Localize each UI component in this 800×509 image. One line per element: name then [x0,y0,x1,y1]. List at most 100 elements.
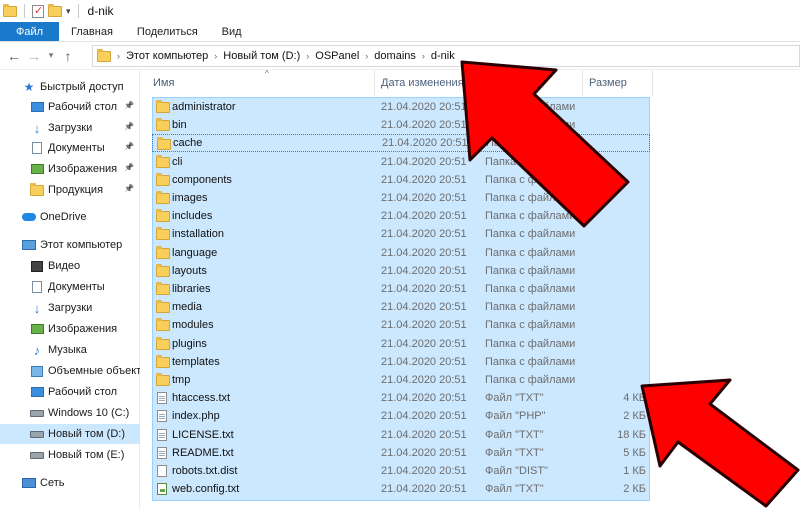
column-header-size[interactable]: Размер [583,70,653,96]
file-name: cache [173,137,203,150]
folder-icon [156,100,170,113]
new-folder-icon[interactable] [48,3,62,17]
nav-item[interactable]: ♪ Музыка [0,340,140,360]
file-name: bin [172,119,187,132]
chevron-right-icon[interactable]: › [214,51,217,61]
nav-item[interactable]: Windows 10 (C:) [0,403,140,423]
file-row[interactable]: components 21.04.2020 20:51 Папка с файлам… [152,171,650,189]
file-type: Папка с файлами [485,319,576,332]
desktop-icon [30,386,44,398]
address-bar[interactable]: › Этот компьютер › Новый том (D:) › OSPa… [92,45,800,67]
forward-arrow-icon[interactable]: → [24,45,44,67]
file-type: Файл "TXT" [485,483,544,496]
file-row[interactable]: modules 21.04.2020 20:51 Папка с файлами [152,316,650,334]
breadcrumb-domains[interactable]: domains [374,50,416,62]
file-row[interactable]: index.php 21.04.2020 20:51 Файл "PHP" 2 КБ [152,407,650,425]
file-row[interactable]: README.txt 21.04.2020 20:51 Файл "TXT" 5 КБ [152,444,650,462]
nav-item-label: Новый том (E:) [48,449,125,461]
file-date: 21.04.2020 20:51 [381,264,467,277]
chevron-right-icon[interactable]: › [365,51,368,61]
nav-item[interactable]: Этот компьютер [0,235,140,255]
file-type: Папка с файлами [486,137,577,150]
file-row[interactable]: web.config.txt 21.04.2020 20:51 Файл "TXT"… [152,480,650,498]
column-header-date[interactable]: Дата изменения [375,70,479,96]
folder-icon [156,282,170,295]
nav-item[interactable]: Видео [0,256,140,276]
properties-icon[interactable] [32,4,44,18]
back-arrow-icon[interactable]: ← [4,45,24,67]
file-date: 21.04.2020 20:51 [381,428,467,441]
pin-icon[interactable]: 📌 [124,101,134,110]
nav-item[interactable]: Рабочий стол [0,382,140,402]
pin-icon[interactable]: 📌 [124,184,134,193]
tab-home[interactable]: Главная [59,22,125,41]
file-row[interactable]: layouts 21.04.2020 20:51 Папка с файлами [152,262,650,280]
file-row[interactable]: language 21.04.2020 20:51 Папка с файлами [152,244,650,262]
nav-item[interactable]: Изображения 📌 [0,159,140,179]
file-row[interactable]: templates 21.04.2020 20:51 Папка с файлами [152,353,650,371]
file-row[interactable]: tmp 21.04.2020 20:51 Папка с файлами [152,371,650,389]
nav-item-label: Объемные объекты [48,365,140,377]
breadcrumb-this-pc[interactable]: Этот компьютер [126,50,208,62]
file-row[interactable]: robots.txt.dist 21.04.2020 20:51 Файл "DIS… [152,462,650,480]
file-row[interactable]: libraries 21.04.2020 20:51 Папка с файлами [152,280,650,298]
chevron-right-icon[interactable]: › [306,51,309,61]
file-row[interactable]: cache 21.04.2020 20:51 Папка с файлами [152,134,650,153]
file-size: 2 КБ [623,483,646,496]
nav-item[interactable]: Сеть [0,473,140,493]
file-row[interactable]: includes 21.04.2020 20:51 Папка с файлами [152,207,650,225]
breadcrumb-d-nik[interactable]: d-nik [431,50,455,62]
tab-share[interactable]: Поделиться [125,22,210,41]
nav-item[interactable]: ★ Быстрый доступ [0,77,140,97]
file-row[interactable]: LICENSE.txt 21.04.2020 20:51 Файл "TXT" 18 … [152,426,650,444]
file-row[interactable]: bin 21.04.2020 20:51 Папка с файлами [152,116,650,134]
pictures-icon [30,163,44,175]
pin-icon[interactable]: 📌 [124,122,134,131]
tab-view[interactable]: Вид [210,22,254,41]
customize-toolbar-icon[interactable]: ▾ [66,6,71,17]
file-name: LICENSE.txt [172,428,234,441]
up-arrow-icon[interactable]: ↑ [58,45,78,67]
file-date: 21.04.2020 20:51 [381,301,467,314]
nav-item[interactable]: Продукция 📌 [0,180,140,200]
nav-item[interactable]: OneDrive [0,207,140,227]
file-type: Папка с файлами [485,228,576,241]
file-row[interactable]: installation 21.04.2020 20:51 Папка с файл… [152,225,650,243]
file-row[interactable]: administrator 21.04.2020 20:51 Папка с фай… [152,98,650,116]
file-size: 5 КБ [623,446,646,459]
nav-item[interactable]: Документы 📌 [0,138,140,158]
document-icon [30,142,44,154]
column-header-type[interactable]: Тип [479,70,583,96]
folder-icon [156,318,170,332]
nav-item[interactable]: Рабочий стол 📌 [0,97,140,117]
file-row[interactable]: media 21.04.2020 20:51 Папка с файлами [152,298,650,316]
chevron-right-icon[interactable]: › [422,51,425,61]
recent-locations-chevron-icon[interactable]: ▾ [44,45,58,67]
nav-item[interactable]: Объемные объекты [0,361,140,381]
pin-icon[interactable]: 📌 [124,163,134,172]
divider [24,4,25,18]
file-row[interactable]: cli 21.04.2020 20:51 Папка с файлами [152,153,650,171]
3d-objects-icon [30,365,44,377]
nav-item-label: Быстрый доступ [40,81,124,93]
nav-item[interactable]: Новый том (D:) [0,424,140,444]
breadcrumb-ospanel[interactable]: OSPanel [315,50,359,62]
file-name: administrator [172,101,236,113]
column-header-name[interactable]: Имя ^ [147,69,375,96]
file-row[interactable]: plugins 21.04.2020 20:51 Папка с файлами [152,335,650,353]
file-row[interactable]: images 21.04.2020 20:51 Папка с файлами [152,189,650,207]
breadcrumb-drive-d[interactable]: Новый том (D:) [223,50,300,62]
file-date: 21.04.2020 20:51 [381,119,467,132]
tab-file[interactable]: Файл [0,22,60,41]
pin-icon[interactable]: 📌 [124,142,134,151]
nav-item[interactable]: Изображения [0,319,140,339]
file-row[interactable]: htaccess.txt 21.04.2020 20:51 Файл "TXT" 4 … [152,389,650,407]
file-name: installation [172,228,224,241]
file-name: index.php [172,410,220,423]
chevron-right-icon[interactable]: › [117,51,120,61]
nav-item[interactable]: ↓ Загрузки 📌 [0,118,140,138]
nav-item[interactable]: Документы [0,277,140,297]
nav-item[interactable]: Новый том (E:) [0,445,140,465]
nav-item[interactable]: ↓ Загрузки [0,298,140,318]
navigation-bar: ← → ▾ ↑ › Этот компьютер › Новый том (D:… [0,42,800,70]
